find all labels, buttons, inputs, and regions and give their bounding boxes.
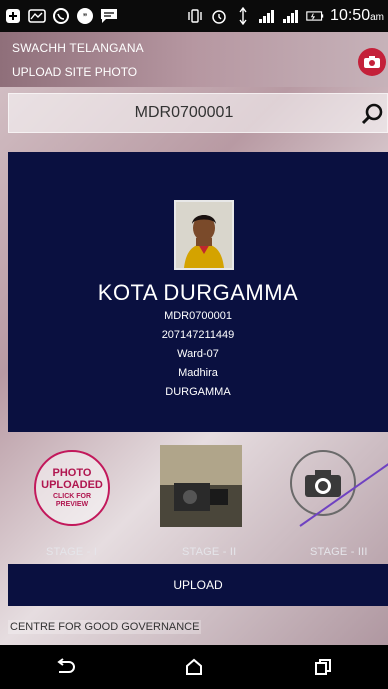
stage2-photo[interactable] [160, 445, 242, 527]
app-title: SWACHH TELANGANA [12, 41, 144, 55]
system-icons: 10:50am [186, 7, 384, 25]
stage3-camera-button[interactable] [290, 450, 356, 516]
location: Madhira [178, 367, 218, 379]
stage3-label: STAGE - III [310, 546, 368, 558]
camera-icon [364, 56, 380, 68]
signal-icon [258, 7, 276, 25]
stage1-preview-button[interactable]: PHOTO UPLOADED CLICK FOR PREVIEW [34, 450, 110, 526]
ward: Ward-07 [177, 348, 219, 360]
stage1-status-line1: PHOTO [52, 467, 92, 480]
chat-icon: ” [76, 7, 94, 25]
search-button[interactable] [361, 102, 385, 126]
beneficiary-name: KOTA DURGAMMA [97, 280, 299, 305]
whatsapp-icon [52, 7, 70, 25]
profile-photo [174, 200, 234, 270]
camera-icon [305, 470, 341, 497]
notification-icons: ” [4, 7, 118, 25]
navigation-bar [0, 645, 388, 689]
aadhaar-number: 207147211449 [161, 329, 235, 341]
app-header: SWACHH TELANGANA UPLOAD SITE PHOTO [0, 32, 388, 87]
footer-org: CENTRE FOR GOOD GOVERNANCE [8, 620, 202, 634]
recents-icon [315, 659, 332, 675]
svg-text:”: ” [83, 12, 88, 22]
stage1-label: STAGE - I [46, 546, 98, 558]
relation-name: DURGAMMA [165, 386, 231, 398]
back-icon [56, 658, 75, 673]
sms-icon [100, 7, 118, 25]
back-button[interactable] [48, 650, 82, 684]
search-bar [8, 93, 388, 133]
alarm-icon [210, 7, 228, 25]
page-subtitle: UPLOAD SITE PHOTO [12, 65, 138, 79]
battery-icon [306, 7, 324, 25]
recents-button[interactable] [306, 650, 340, 684]
clock: 10:50am [330, 7, 384, 24]
stages: PHOTO UPLOADED CLICK FOR PREVIEW STAGE -… [0, 432, 388, 564]
upload-button[interactable]: UPLOAD [8, 564, 388, 606]
status-bar: ” 10:50am [0, 0, 388, 32]
vibrate-icon [186, 7, 204, 25]
stage2-label: STAGE - II [182, 546, 237, 558]
search-input[interactable] [9, 94, 359, 132]
beneficiary-id: MDR0700001 [164, 310, 232, 322]
home-icon [185, 658, 202, 675]
beneficiary-card: KOTA DURGAMMA MDR0700001 207147211449 Wa… [8, 152, 388, 432]
data-icon [234, 7, 252, 25]
stage1-status-line2: UPLOADED [41, 479, 103, 492]
stage1-hint-line2: PREVIEW [55, 501, 89, 509]
camera-button[interactable] [358, 48, 386, 76]
message-icon [28, 7, 46, 25]
search-icon [361, 103, 383, 125]
home-button[interactable] [177, 650, 211, 684]
stage1-hint-line1: CLICK FOR [52, 493, 92, 501]
signal-icon [282, 7, 300, 25]
add-icon [4, 7, 22, 25]
